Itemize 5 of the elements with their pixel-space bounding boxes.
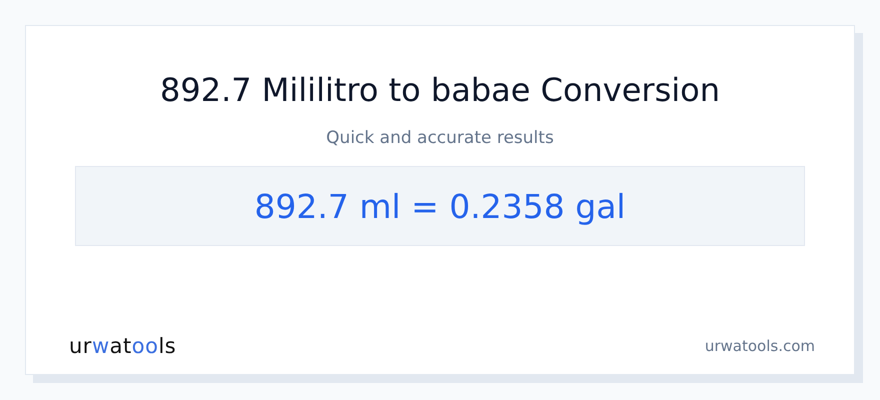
subtitle: Quick and accurate results bbox=[326, 127, 554, 150]
page-title: 892.7 Mililitro to babae Conversion bbox=[160, 70, 720, 110]
site-link[interactable]: urwatools.com bbox=[704, 337, 815, 355]
logo: urwatools bbox=[69, 334, 176, 358]
conversion-result: 892.7 ml = 0.2358 gal bbox=[254, 186, 626, 226]
